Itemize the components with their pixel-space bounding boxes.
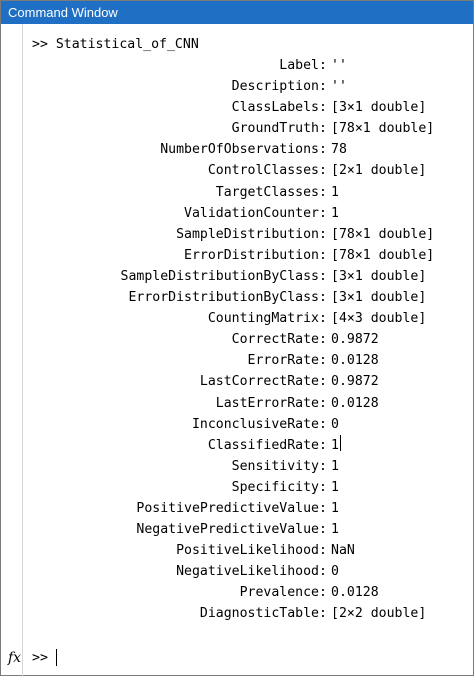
command-prompt: >> <box>32 37 48 52</box>
field-name: LastErrorRate <box>215 395 319 411</box>
field-name: PositivePredictiveValue <box>136 500 319 516</box>
field-value: 0 <box>331 416 339 432</box>
field-name: SampleDistributionByClass <box>120 268 320 284</box>
field-name: SampleDistribution <box>176 226 319 242</box>
struct-field-row: ErrorDistribution: [78×1 double] <box>32 245 462 266</box>
struct-field-row: Label: '' <box>32 55 462 76</box>
struct-field-row: CountingMatrix: [4×3 double] <box>32 308 462 329</box>
field-value: [3×1 double] <box>331 100 427 116</box>
command-text: Statistical_of_CNN <box>55 37 199 52</box>
field-value: 1 <box>331 522 339 538</box>
field-name: GroundTruth <box>231 121 319 137</box>
struct-field-row: Sensitivity:1 <box>32 456 462 477</box>
struct-field-row: PositiveLikelihood: NaN <box>32 540 462 561</box>
field-name: NegativePredictiveValue <box>136 522 319 538</box>
field-value: 0 <box>331 564 339 580</box>
field-name: NumberOfObservations <box>160 142 319 158</box>
input-prompt[interactable]: >> <box>32 649 57 668</box>
field-value: 1 <box>331 184 339 200</box>
field-name: CorrectRate <box>231 332 319 348</box>
field-name: ErrorRate <box>247 353 319 369</box>
field-name: Specificity <box>231 479 319 495</box>
field-name: ErrorDistribution <box>184 247 319 263</box>
field-value: [2×2 double] <box>331 606 427 622</box>
struct-field-row: LastCorrectRate:0.9872 <box>32 371 462 392</box>
field-value: 0.0128 <box>331 395 379 411</box>
field-value: [4×3 double] <box>331 311 427 327</box>
field-value: NaN <box>331 543 355 559</box>
struct-field-row: DiagnosticTable: [2×2 double] <box>32 603 462 624</box>
field-value: 1 <box>331 500 339 516</box>
struct-field-row: CorrectRate:0.9872 <box>32 329 462 350</box>
field-name: DiagnosticTable <box>199 606 319 622</box>
struct-field-row: PositivePredictiveValue:1 <box>32 498 462 519</box>
struct-field-row: ClassLabels: [3×1 double] <box>32 97 462 118</box>
field-name: Description <box>231 79 319 95</box>
struct-field-row: ErrorDistributionByClass: [3×1 double] <box>32 287 462 308</box>
struct-fields: Label: '' Description: '' ClassLabels: [3×1 d… <box>32 55 462 625</box>
field-value: 1 <box>331 458 339 474</box>
command-window: Command Window >> Statistical_of_CNN Lab… <box>0 0 474 676</box>
struct-field-row: ErrorRate:0.0128 <box>32 350 462 371</box>
input-prompt-symbol: >> <box>32 650 48 666</box>
field-name: NegativeLikelihood <box>176 564 319 580</box>
function-fx-icon[interactable]: fx <box>8 649 24 667</box>
field-value: 78 <box>331 142 347 158</box>
struct-field-row: NegativePredictiveValue:1 <box>32 519 462 540</box>
field-value: 1 <box>331 437 339 453</box>
field-name: InconclusiveRate <box>191 416 319 432</box>
field-name: ClassLabels <box>231 100 319 116</box>
field-name: Prevalence <box>239 585 319 601</box>
field-name: ErrorDistributionByClass <box>128 290 319 306</box>
struct-field-row: SampleDistribution: [78×1 double] <box>32 224 462 245</box>
command-line: >> Statistical_of_CNN <box>32 34 462 55</box>
field-value: 0.9872 <box>331 374 379 390</box>
field-value: 1 <box>331 479 339 495</box>
field-value: [3×1 double] <box>331 268 427 284</box>
struct-field-row: ClassifiedRate:1 <box>32 434 462 456</box>
command-input-area[interactable]: fx >> <box>1 641 473 675</box>
left-gutter-divider <box>22 24 23 676</box>
field-value: [2×1 double] <box>331 163 427 179</box>
field-name: ControlClasses <box>207 163 319 179</box>
struct-field-row: TargetClasses:1 <box>32 182 462 203</box>
field-value: 0.0128 <box>331 353 379 369</box>
struct-field-row: Specificity:1 <box>32 477 462 498</box>
text-caret <box>339 434 341 451</box>
field-value: [3×1 double] <box>331 290 427 306</box>
field-value: 0.0128 <box>331 585 379 601</box>
text-cursor <box>55 649 57 666</box>
field-value: [78×1 double] <box>331 247 435 263</box>
field-value: '' <box>331 79 347 95</box>
struct-field-row: NegativeLikelihood:0 <box>32 561 462 582</box>
struct-field-row: Prevalence:0.0128 <box>32 582 462 603</box>
field-value: 0.9872 <box>331 332 379 348</box>
field-name: Label <box>279 58 319 73</box>
field-name: ValidationCounter <box>184 205 319 221</box>
struct-field-row: LastErrorRate:0.0128 <box>32 393 462 414</box>
field-name: PositiveLikelihood <box>176 543 319 559</box>
field-name: TargetClasses <box>215 184 319 200</box>
struct-field-row: NumberOfObservations:78 <box>32 139 462 160</box>
field-value: '' <box>331 58 347 73</box>
field-value: [78×1 double] <box>331 121 435 137</box>
struct-field-row: GroundTruth: [78×1 double] <box>32 118 462 139</box>
command-output[interactable]: >> Statistical_of_CNN Label: '' Descriptio… <box>32 34 462 625</box>
struct-field-row: SampleDistributionByClass: [3×1 double] <box>32 266 462 287</box>
struct-field-row: ControlClasses: [2×1 double] <box>32 160 462 181</box>
struct-field-row: InconclusiveRate:0 <box>32 414 462 435</box>
field-name: LastCorrectRate <box>199 374 319 390</box>
field-name: CountingMatrix <box>207 311 319 327</box>
field-name: ClassifiedRate <box>207 437 319 453</box>
struct-field-row: Description: '' <box>32 76 462 97</box>
field-name: Sensitivity <box>231 458 319 474</box>
struct-field-row: ValidationCounter:1 <box>32 203 462 224</box>
field-value: [78×1 double] <box>331 226 435 242</box>
window-title: Command Window <box>1 1 473 24</box>
field-value: 1 <box>331 205 339 221</box>
